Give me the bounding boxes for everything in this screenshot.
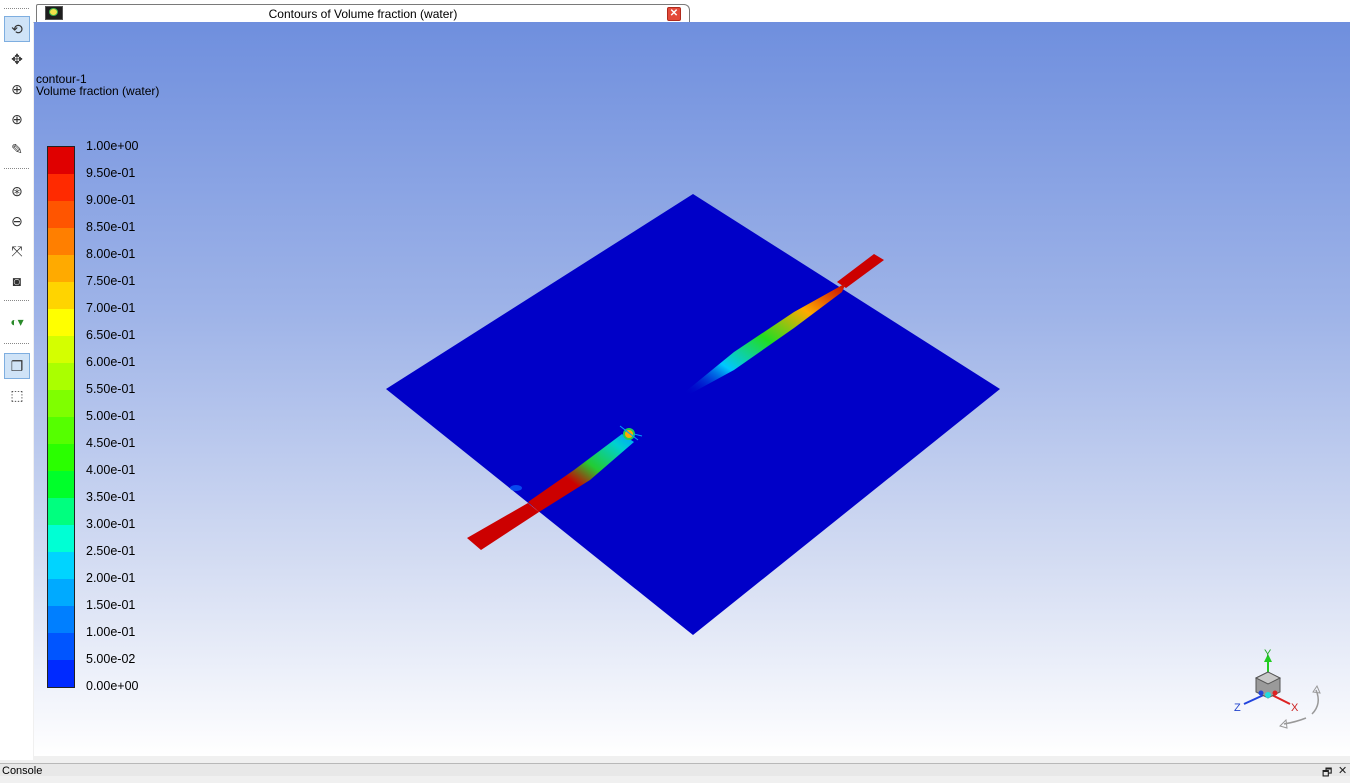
- z-axis-dot: [1258, 690, 1264, 696]
- z-axis-label: Z: [1234, 702, 1241, 714]
- domain-plate: [386, 194, 1000, 635]
- view-options-icon: ◐▾: [10, 315, 24, 329]
- perspective-icon: ❐: [10, 357, 24, 374]
- console-close-button[interactable]: ✕: [1338, 764, 1347, 777]
- orthographic-view-tool[interactable]: ⬚: [4, 382, 30, 408]
- perspective-view-tool[interactable]: ❐: [4, 353, 30, 379]
- console-panel[interactable]: Console 🗗 ✕: [0, 763, 1350, 779]
- graphics-window-tab[interactable]: Contours of Volume fraction (water) ✕: [36, 4, 690, 23]
- graphics-tab-bar: Contours of Volume fraction (water) ✕: [0, 0, 1350, 23]
- graphics-window-title: Contours of Volume fraction (water): [268, 7, 458, 21]
- isometric-view-tool[interactable]: ⤧: [4, 238, 30, 264]
- probe-tool[interactable]: ✎: [4, 136, 30, 162]
- isometric-view-icon: ⤧: [11, 242, 23, 259]
- edge-spot: [510, 485, 522, 491]
- console-title: Console: [2, 765, 43, 777]
- fit-window-tool[interactable]: ⊛: [4, 178, 30, 204]
- close-tab-button[interactable]: ✕: [667, 7, 681, 21]
- upper-strip-solid: [837, 254, 884, 288]
- fit-window-icon: ⊛: [11, 182, 23, 199]
- rotate-z-arrow-icon[interactable]: [1283, 717, 1307, 725]
- zoom-box-tool[interactable]: ⊕: [4, 106, 30, 132]
- snapshot-tool[interactable]: ◙: [4, 268, 30, 294]
- toolbar-separator: [4, 300, 29, 301]
- toolbar-separator: [4, 8, 29, 9]
- zoom-tool[interactable]: ⊕: [4, 76, 30, 102]
- lower-strip-solid: [467, 503, 539, 550]
- graphics-toolbar: ⟲ ✥ ⊕ ⊕ ✎ ⊛ ⊖ ⤧ ◙ ◐▾ ❐ ⬚: [0, 8, 33, 760]
- rotate-y-arrow-icon[interactable]: [1311, 689, 1319, 715]
- camera-icon: ◙: [12, 273, 22, 289]
- x-axis-dot: [1272, 690, 1278, 696]
- view-options-tool[interactable]: ◐▾: [4, 309, 30, 335]
- x-axis-label: X: [1291, 702, 1299, 714]
- zoom-out-tool[interactable]: ⊖: [4, 208, 30, 234]
- rotate-tool[interactable]: ⟲: [4, 16, 30, 42]
- axis-triad[interactable]: Y X Z: [1224, 648, 1324, 740]
- rotate-icon: ⟲: [11, 20, 23, 37]
- zoom-icon: ⊕: [11, 80, 23, 97]
- orthographic-icon: ⬚: [10, 386, 24, 403]
- console-restore-button[interactable]: 🗗: [1322, 764, 1332, 783]
- graphics-viewport[interactable]: contour-1 Volume fraction (water) 1.00e+…: [34, 22, 1350, 756]
- zoom-out-icon: ⊖: [11, 212, 23, 229]
- zoom-box-icon: ⊕: [11, 110, 23, 127]
- pan-icon: ✥: [11, 50, 23, 67]
- toolbar-separator: [4, 343, 29, 344]
- contour-scene: [386, 194, 1000, 635]
- pan-tool[interactable]: ✥: [4, 46, 30, 72]
- probe-icon: ✎: [11, 140, 23, 157]
- axis-origin-dot: [1265, 692, 1271, 698]
- toolbar-separator: [4, 168, 29, 169]
- y-axis-label: Y: [1264, 648, 1272, 660]
